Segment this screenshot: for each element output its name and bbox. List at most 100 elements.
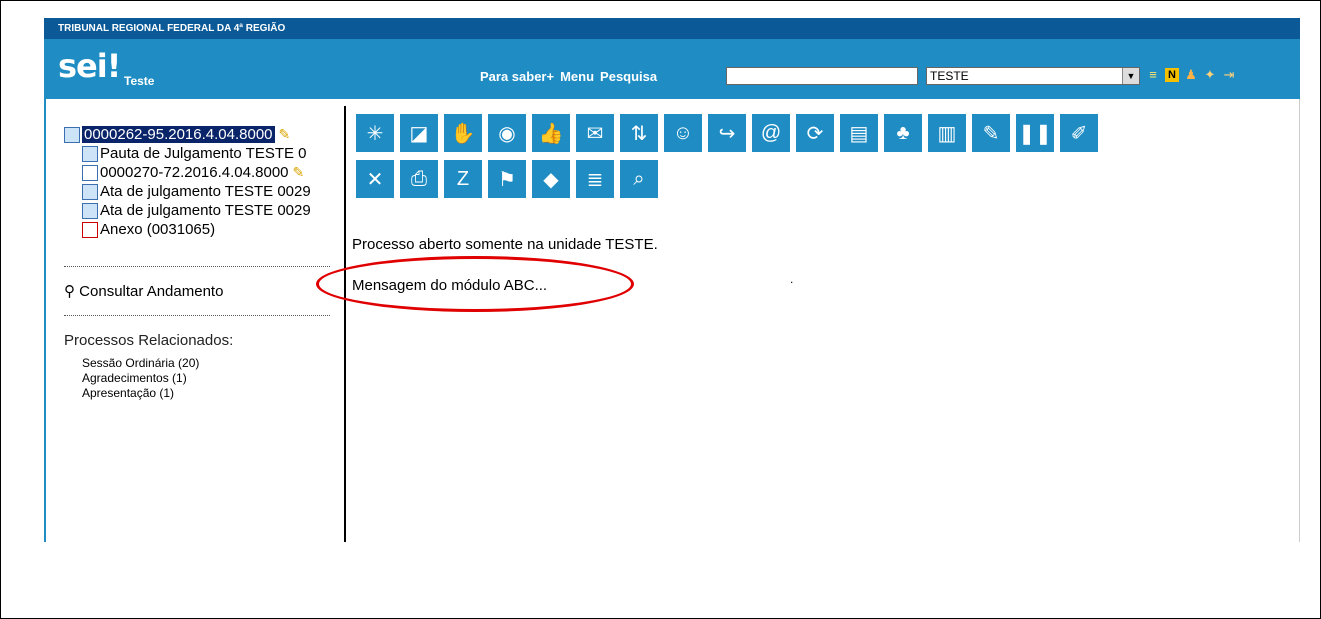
panel-divider[interactable] [344, 106, 346, 542]
pause-icon: ❚❚ [1018, 122, 1052, 145]
process-icon [64, 127, 80, 144]
start-related-process-button[interactable]: ◪ [400, 114, 438, 152]
related-item[interactable]: Sessão Ordinária (20) [82, 356, 199, 371]
forward-button[interactable]: ↪ [708, 114, 746, 152]
pdf-icon: ⎙ [411, 167, 427, 190]
assign-process-button[interactable]: ✋ [444, 114, 482, 152]
interested-icon: ☺ [672, 121, 694, 144]
edit-button[interactable]: ✐ [1060, 114, 1098, 152]
credential-icon: 👍 [538, 122, 564, 145]
cancel-button[interactable]: ✕ [356, 160, 394, 198]
interested-button[interactable]: ☺ [664, 114, 702, 152]
relate-button[interactable]: ♣ [884, 114, 922, 152]
zip-icon: Z [456, 167, 470, 190]
list-icon[interactable]: ≡ [1146, 68, 1160, 82]
document-icon [82, 203, 98, 220]
pause-button[interactable]: ❚❚ [1016, 114, 1054, 152]
view-icon: ◉ [498, 122, 516, 145]
process-icon [82, 165, 98, 182]
annotation-button[interactable]: ✎ [972, 114, 1010, 152]
cancel-icon: ✕ [366, 168, 384, 191]
divider [64, 266, 330, 267]
building-button[interactable]: ▥ [928, 114, 966, 152]
sei-logo[interactable]: sei! [58, 47, 121, 85]
consult-andamento-link[interactable]: ⚲ Consultar Andamento [64, 282, 223, 300]
new-document-button[interactable]: ✳ [356, 114, 394, 152]
tree-item-label: 0000262-95.2016.4.04.8000 [82, 126, 275, 143]
note-icon[interactable]: N [1165, 68, 1179, 82]
tree-item-document[interactable]: Pauta de Julgamento TESTE 0 [64, 144, 342, 163]
bookshelf-button[interactable]: ▤ [840, 114, 878, 152]
magnifier-icon: ⚲ [64, 283, 75, 300]
forward-icon: ↪ [718, 122, 736, 145]
header-links: Para saber+ Menu Pesquisa [480, 69, 657, 84]
key-icon: ✎ [278, 126, 291, 142]
start-related-process-icon: ◪ [409, 122, 429, 145]
document-icon [82, 146, 98, 163]
search-button[interactable]: ⌕ [620, 160, 658, 198]
tree-item-label: Pauta de Julgamento TESTE 0 [100, 145, 307, 162]
update-button[interactable]: ⟳ [796, 114, 834, 152]
header: sei! Teste Para saber+ Menu Pesquisa TES… [44, 39, 1300, 99]
tree-item-label: Anexo (0031065) [100, 221, 216, 238]
edit-icon: ✐ [1070, 122, 1088, 145]
search-input[interactable] [726, 67, 918, 85]
right-border [1299, 99, 1300, 542]
tree-item-process[interactable]: 0000270-72.2016.4.04.8000 ✎ [64, 163, 342, 182]
flag-button[interactable]: ⚑ [488, 160, 526, 198]
process-tree: 0000262-95.2016.4.04.8000 ✎ Pauta de Julg… [64, 125, 342, 239]
tree-item-label: Ata de julgamento TESTE 0029 [100, 202, 311, 219]
send-process-icon: ⇅ [630, 122, 648, 145]
divider [64, 315, 330, 316]
pdf-icon [82, 222, 98, 239]
exit-icon[interactable]: ⇥ [1222, 68, 1236, 82]
view-button[interactable]: ◉ [488, 114, 526, 152]
update-icon: ⟳ [806, 122, 824, 145]
document-icon [82, 184, 98, 201]
tree-item-process[interactable]: 0000262-95.2016.4.04.8000 ✎ [64, 125, 342, 144]
logo-subtitle: Teste [124, 74, 155, 88]
related-title: Processos Relacionados: [64, 332, 234, 349]
new-document-icon: ✳ [366, 122, 384, 145]
send-email-icon: ✉ [586, 122, 604, 145]
zip-button[interactable]: Z [444, 160, 482, 198]
tree-item-label: Ata de julgamento TESTE 0029 [100, 183, 311, 200]
chevron-down-icon[interactable]: ▼ [1122, 68, 1139, 84]
email-button[interactable]: @ [752, 114, 790, 152]
email-icon: @ [760, 121, 782, 144]
key-icon: ✎ [292, 164, 305, 180]
sei-app: TRIBUNAL REGIONAL FEDERAL DA 4ª REGIÃO s… [44, 18, 1300, 542]
highlight-ellipse [316, 256, 634, 312]
tree-item-document[interactable]: Ata de julgamento TESTE 0029 [64, 201, 342, 220]
tree-item-attachment[interactable]: Anexo (0031065) [64, 220, 342, 239]
link-pesquisa[interactable]: Pesquisa [600, 69, 657, 84]
related-item[interactable]: Apresentação (1) [82, 386, 199, 401]
credential-button[interactable]: 👍 [532, 114, 570, 152]
unit-select-value: TESTE [930, 69, 969, 83]
pdf-button[interactable]: ⎙ [400, 160, 438, 198]
unit-select[interactable]: TESTE ▼ [926, 67, 1140, 85]
tools-icon[interactable]: ✦ [1203, 68, 1217, 82]
open-status-message: Processo aberto somente na unidade TESTE… [352, 236, 658, 253]
stray-dot: . [790, 272, 794, 286]
related-item[interactable]: Agradecimentos (1) [82, 371, 199, 386]
left-border [44, 99, 46, 542]
tag-icon: ◆ [543, 168, 559, 191]
related-list: Sessão Ordinária (20) Agradecimentos (1)… [82, 356, 199, 401]
link-menu[interactable]: Menu [560, 69, 594, 84]
flag-icon: ⚑ [498, 168, 516, 191]
user-icon[interactable]: ♟ [1184, 68, 1198, 82]
tree-item-label: 0000270-72.2016.4.04.8000 [100, 164, 289, 181]
relate-icon: ♣ [896, 121, 910, 144]
header-icons: ≡ N ♟ ✦ ⇥ [1146, 68, 1236, 82]
send-process-button[interactable]: ⇅ [620, 114, 658, 152]
link-para-saber[interactable]: Para saber+ [480, 69, 554, 84]
assign-process-icon: ✋ [450, 122, 476, 145]
tree-item-document[interactable]: Ata de julgamento TESTE 0029 [64, 182, 342, 201]
send-email-button[interactable]: ✉ [576, 114, 614, 152]
consult-label: Consultar Andamento [79, 283, 224, 300]
search-icon: ⌕ [633, 167, 645, 190]
action-toolbar: ✳ ◪ ✋ ◉ 👍 ✉ ⇅ ☺ ↪ @ ⟳ ▤ ♣ ▥ ✎ ❚❚ ✐ ✕ ⎙ Z ⚑ ◆ ≣ ⌕ [356, 114, 1256, 198]
list-button[interactable]: ≣ [576, 160, 614, 198]
tag-button[interactable]: ◆ [532, 160, 570, 198]
